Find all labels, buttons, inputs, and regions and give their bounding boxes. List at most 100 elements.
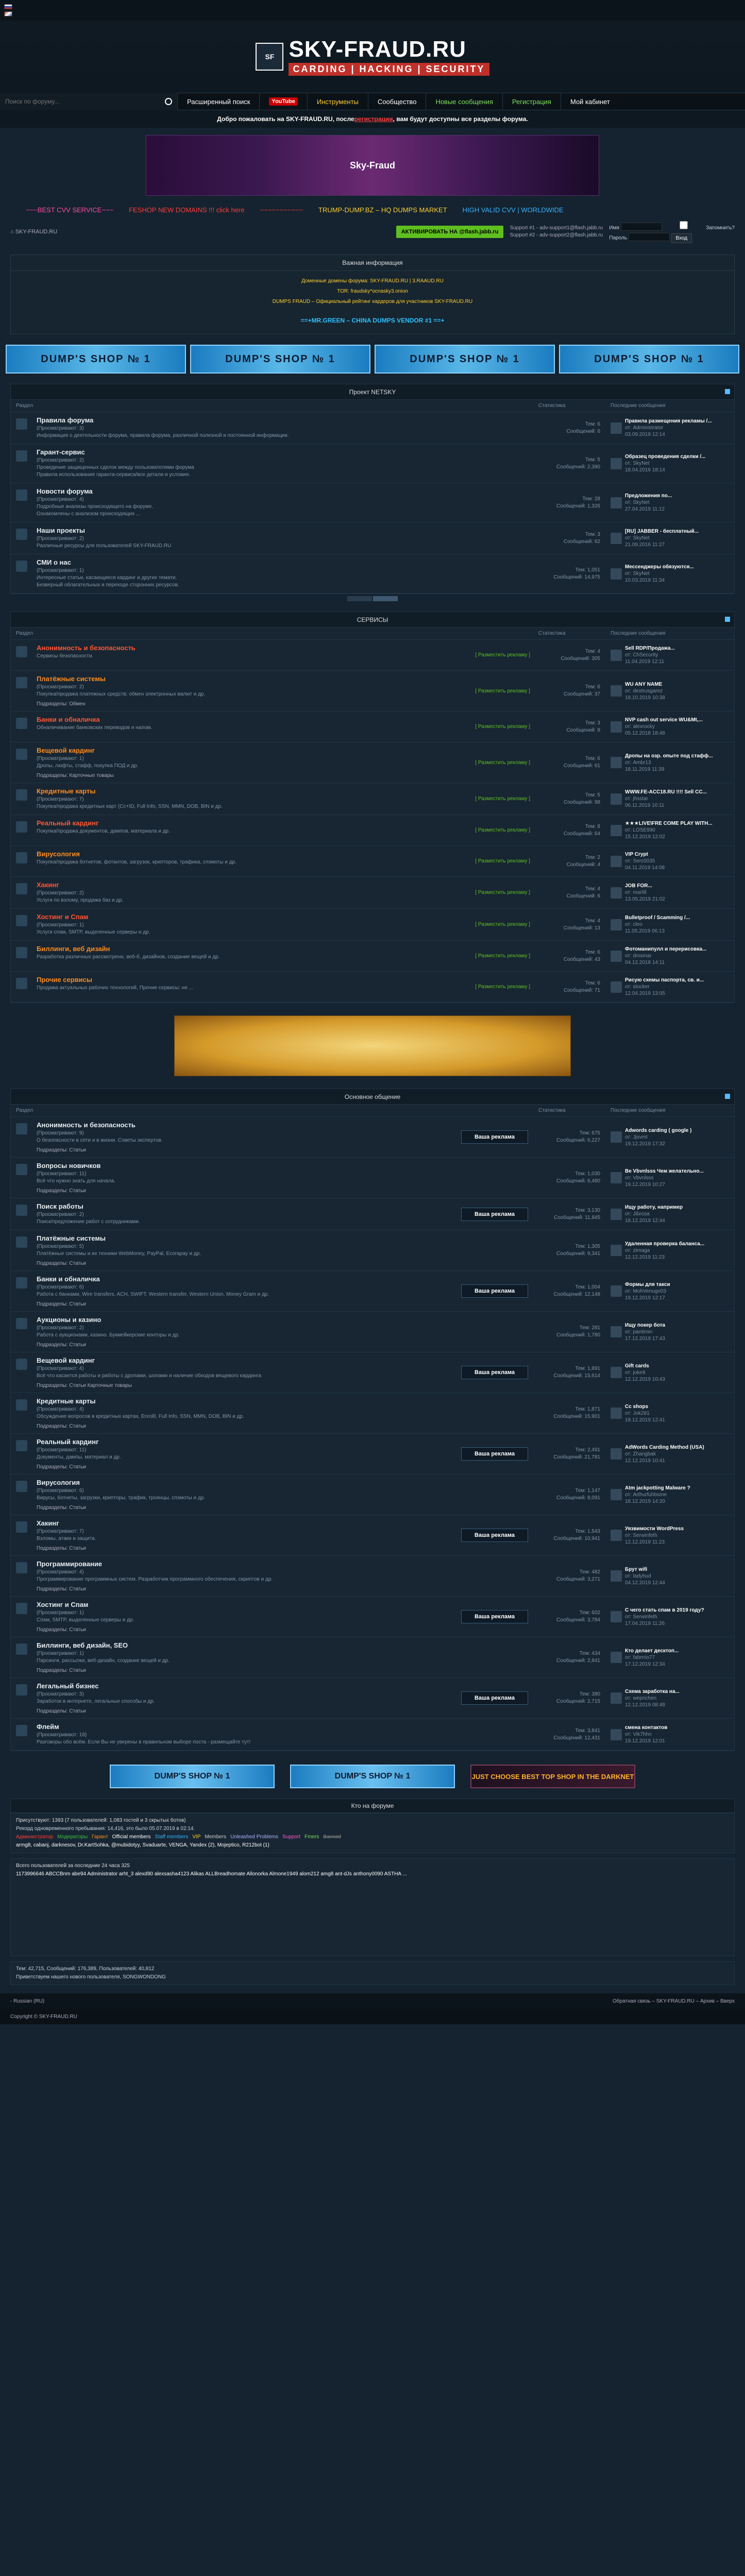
forum-title[interactable]: Наши проекты [37, 527, 85, 534]
dump-banner[interactable]: DUMP'S SHOP № 1 [110, 1765, 275, 1788]
forum-title[interactable]: Вирусология [37, 850, 80, 858]
legend-item[interactable]: Staff members [155, 1834, 189, 1840]
search-icon[interactable] [165, 98, 172, 105]
forum-title[interactable]: Вещевой кардинг [37, 1357, 95, 1364]
avatar[interactable] [611, 757, 622, 768]
avatar[interactable] [611, 1172, 622, 1183]
forum-title[interactable]: Биллинги, веб дизайн, SEO [37, 1641, 128, 1649]
last-post-author[interactable]: от: ztmaga [625, 1248, 650, 1253]
last-post-author[interactable]: от: Ambr13 [625, 760, 651, 766]
forum-subforums[interactable]: Подразделы: Статьи [37, 1586, 538, 1592]
avatar[interactable] [611, 457, 622, 469]
dump-banner[interactable]: DUMP'S SHOP № 1 [6, 345, 186, 374]
forum-title[interactable]: Вещевой кардинг [37, 747, 95, 754]
ad-slot[interactable]: Ваша реклама [461, 1529, 528, 1542]
last-post-title[interactable]: Предложения по... [625, 493, 672, 499]
forum-title[interactable]: Вирусология [37, 1479, 80, 1486]
last-post-title[interactable]: AdWords Carding Method (USA) [625, 1445, 704, 1450]
last-post-title[interactable]: Фотоманипулл и перерисовка... [625, 946, 706, 952]
collapse-icon[interactable] [725, 389, 730, 394]
avatar[interactable] [611, 1728, 622, 1740]
last-post-author[interactable]: от: SkyNet [625, 500, 650, 505]
forum-title[interactable]: Хостинг и Спам [37, 1601, 88, 1608]
last-post-author[interactable]: от: Jjsvmt [625, 1134, 648, 1140]
avatar[interactable] [611, 649, 622, 661]
legend-item[interactable]: Модераторы [57, 1834, 88, 1840]
legend-item[interactable]: VIP [192, 1834, 200, 1840]
last-post-title[interactable]: Ищу работу, например [625, 1205, 683, 1210]
info-link[interactable]: ==+MR.GREEN – CHINA DUMPS VENDOR #1 ==+ [16, 315, 729, 326]
avatar[interactable] [611, 1208, 622, 1220]
last-post-title[interactable]: WWW.FE-ACC18.RU !!!! Sell CC... [625, 789, 707, 795]
last-post-title[interactable]: Удаленная проверка баланса... [625, 1241, 704, 1247]
avatar[interactable] [611, 1408, 622, 1419]
place-ad-link[interactable]: [ Разместить рекламу ] [475, 858, 530, 864]
birthday-users[interactable]: 1173996646 ABCCBnm abe94 Administrator a… [16, 1870, 729, 1953]
forum-title[interactable]: Флейм [37, 1723, 59, 1731]
forum-title[interactable]: Кредитные карты [37, 1397, 96, 1405]
avatar[interactable] [611, 793, 622, 805]
register-link[interactable]: регистрации [354, 115, 393, 123]
avatar[interactable] [611, 532, 622, 544]
collapse-icon[interactable] [725, 617, 730, 622]
nav-new-posts[interactable]: Новые сообщения [426, 93, 503, 110]
forum-title[interactable]: Хостинг и Спам [37, 913, 88, 921]
last-post-title[interactable]: Уязвимости WordPress [625, 1526, 684, 1532]
forum-title[interactable]: Банки и обналичка [37, 716, 100, 723]
nav-youtube[interactable]: YouTube [260, 93, 308, 110]
online-users[interactable]: armg8, cabanj, darknesov, Dr.KartSohka, … [16, 1841, 729, 1850]
ad-slot[interactable]: Ваша реклама [461, 1207, 528, 1221]
nav-advanced-search[interactable]: Расширенный поиск [178, 93, 260, 110]
forum-subforums[interactable]: Подразделы: Статьи [37, 1464, 461, 1470]
last-post-author[interactable]: от: stocker [625, 984, 650, 990]
avatar[interactable] [611, 1245, 622, 1256]
forum-title[interactable]: Поиск работы [37, 1202, 83, 1210]
legend-item[interactable]: Support [282, 1834, 300, 1840]
forum-title[interactable]: Вопросы новичков [37, 1162, 100, 1170]
legend-item[interactable]: Fmers [304, 1834, 319, 1840]
ad-slot[interactable]: Ваша реклама [461, 1610, 528, 1623]
forum-title[interactable]: Правила форума [37, 416, 93, 424]
last-post-author[interactable]: от: Zhangbak [625, 1451, 656, 1457]
remember-checkbox[interactable] [663, 221, 705, 229]
nav-register[interactable]: Регистрация [503, 93, 561, 110]
site-logo[interactable]: SF SKY-FRAUD.RU CARDING | HACKING | SECU… [256, 38, 489, 76]
password-field[interactable] [628, 233, 670, 241]
forum-title[interactable]: Платёжные системы [37, 675, 106, 683]
forum-subforums[interactable]: Подразделы: Статьи [37, 1546, 461, 1551]
forum-subforums[interactable]: Подразделы: Статьи [37, 1505, 538, 1511]
last-post-title[interactable]: VIP Crypt [625, 852, 648, 857]
last-post-title[interactable]: Формы для такси [625, 1282, 670, 1287]
last-post-author[interactable]: от: SkyNet [625, 461, 650, 466]
last-post-title[interactable]: WU ANY NAME [625, 682, 662, 687]
last-post-author[interactable]: от: ChSecurity [625, 652, 658, 658]
marquee-item[interactable]: ~~~~~~~~~~~ [260, 206, 303, 214]
forum-subforums[interactable]: Подразделы: Обмен [37, 701, 475, 707]
footer-links[interactable]: Обратная связь – SKY-FRAUD.RU – Архив – … [613, 1998, 735, 2004]
last-post-author[interactable]: от: Serc0035 [625, 858, 655, 864]
search-input[interactable] [5, 98, 165, 105]
legend-item[interactable]: Banned [323, 1834, 341, 1840]
forum-subforums[interactable]: Подразделы: Статьи [37, 1188, 538, 1194]
last-post-author[interactable]: от: Serwinfeth [625, 1533, 657, 1538]
last-post-author[interactable]: от: weprichen [625, 1696, 656, 1701]
last-post-title[interactable]: Atm jackpotting Malware ? [625, 1485, 690, 1491]
place-ad-link[interactable]: [ Разместить рекламу ] [475, 796, 530, 802]
ad-slot[interactable]: Ваша реклама [461, 1447, 528, 1461]
dump-banner[interactable]: DUMP'S SHOP № 1 [190, 345, 370, 374]
last-post-title[interactable]: Схема заработка на... [625, 1689, 680, 1694]
pager-block[interactable] [373, 596, 398, 601]
avatar[interactable] [611, 1326, 622, 1337]
last-post-title[interactable]: Cc shops [625, 1404, 648, 1410]
place-ad-link[interactable]: [ Разместить рекламу ] [475, 688, 530, 694]
forum-title[interactable]: Банки и обналичка [37, 1275, 100, 1283]
last-post-author[interactable]: от: MohVenugo03 [625, 1289, 666, 1294]
legend-item[interactable]: Official members [112, 1834, 151, 1840]
last-post-title[interactable]: Be Vbvnlsss Чем желательно... [625, 1168, 704, 1174]
last-post-author[interactable]: от: SkyNet [625, 535, 650, 541]
avatar[interactable] [611, 1692, 622, 1704]
avatar[interactable] [611, 422, 622, 434]
dump-banner[interactable]: DUMP'S SHOP № 1 [375, 345, 555, 374]
last-post-title[interactable]: Ищу покер бота [625, 1323, 665, 1328]
forum-title[interactable]: Хакинг [37, 881, 59, 889]
